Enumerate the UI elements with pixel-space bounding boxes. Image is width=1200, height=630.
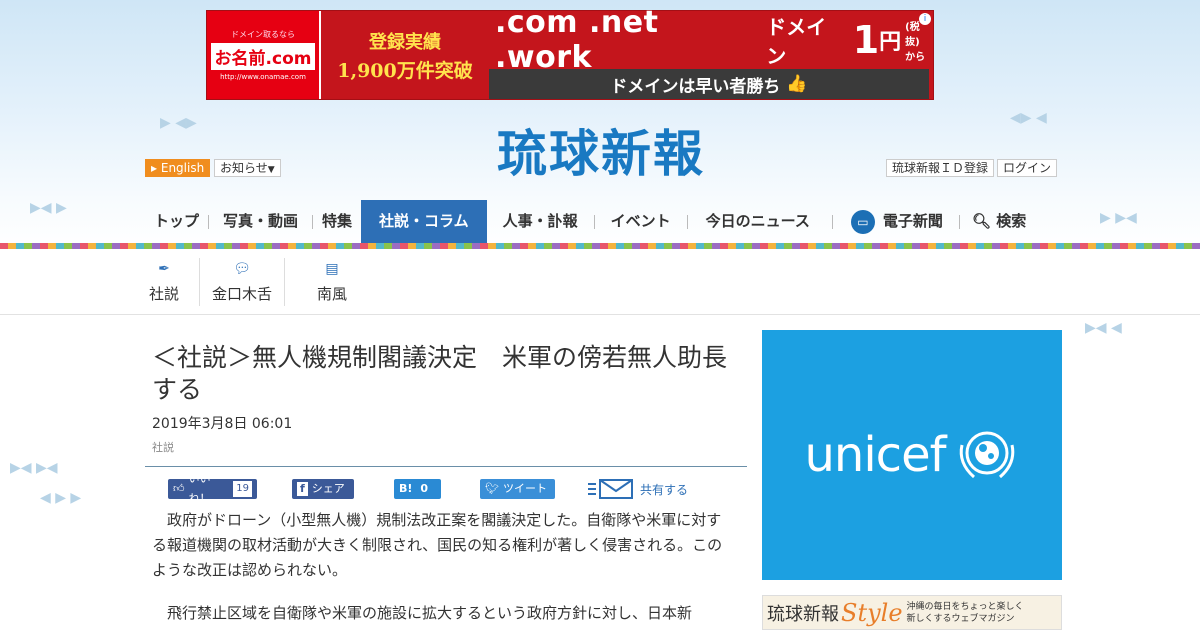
comment-icon: ▤	[325, 260, 339, 277]
subnav-bottom-border	[0, 314, 1200, 315]
ad-price: 1	[852, 18, 880, 62]
ad-slogan: ドメインは早い者勝ち	[610, 76, 781, 97]
share-label: シェア	[311, 482, 345, 495]
article-body: 政府がドローン（小型無人機）規制法改正案を閣議決定した。自衛隊や米軍に対する報道…	[152, 508, 732, 630]
notice-dropdown[interactable]: お知らせ▼	[214, 159, 281, 177]
like-label: いいね！	[188, 472, 211, 505]
ad-info-icon[interactable]: i	[919, 13, 931, 25]
nav-photo-video[interactable]: 写真・動画	[209, 200, 312, 243]
hatena-bookmark-button[interactable]: B! 0	[394, 479, 441, 499]
fish-decoration: ▶◀ ▶	[30, 200, 67, 216]
subnav-editorial[interactable]: ✒ 社説	[145, 254, 183, 310]
nav-editorial-column[interactable]: 社説・コラム	[361, 200, 487, 243]
unicef-emblem-icon	[959, 431, 1014, 479]
caret-down-icon: ▼	[267, 165, 275, 175]
unicef-ad[interactable]: unicef	[762, 330, 1062, 580]
ad-record-block: 登録実績 1,900万件突破	[321, 11, 489, 99]
pen-icon: ✒	[158, 260, 170, 277]
search-icon: 🔍︎	[971, 212, 991, 230]
play-triangle-icon: ▸	[151, 161, 158, 175]
fish-decoration: ▶◀ ▶◀	[10, 460, 58, 476]
notice-label: お知らせ	[220, 161, 268, 175]
subnav-nanpu-label: 南風	[316, 284, 347, 303]
ad-brand-url: http://www.onamae.com	[220, 73, 306, 81]
subnav-editorial-label: 社説	[148, 284, 179, 303]
ad-offer-block: .com .net .work ドメイン 1 円 (税抜) から ドメインは早い…	[489, 5, 933, 99]
nav-personnel-obituary[interactable]: 人事・訃報	[487, 200, 594, 243]
fish-decoration: ◀ ▶ ▶	[40, 490, 82, 506]
share-mail-button[interactable]: 共有する	[588, 478, 688, 500]
article-category[interactable]: 社説	[152, 439, 174, 455]
english-label: English	[160, 161, 205, 175]
nav-e-newspaper[interactable]: ▭ 電子新聞	[833, 200, 959, 243]
site-logo[interactable]: 琉球新報	[451, 122, 751, 186]
english-button[interactable]: ▸ English	[145, 159, 211, 177]
nav-search[interactable]: 🔍︎ 検索	[960, 200, 1038, 243]
nav-top[interactable]: トップ	[145, 200, 208, 243]
ad-tlds: .com .net .work	[495, 5, 659, 75]
style-ad-word: Style	[841, 598, 903, 627]
facebook-share-button[interactable]: f シェア	[292, 479, 354, 499]
subnav-nanpu[interactable]: ▤ 南風	[285, 254, 379, 310]
ad-brand-block: ドメイン取るなら お名前.com http://www.onamae.com	[207, 11, 321, 99]
article-paragraph: 飛行禁止区域を自衛隊や米軍の施設に拡大するという政府方針に対し、日本新	[167, 604, 693, 622]
ad-record-count: 1,900万件突破	[337, 59, 473, 82]
register-id-button[interactable]: 琉球新報ＩＤ登録	[886, 159, 995, 177]
fish-decoration: ▶ ▶◀	[1100, 210, 1137, 226]
like-count: 19	[233, 481, 252, 497]
twitter-bird-icon: 🐦︎	[485, 482, 499, 495]
ad-brand-name: お名前.com	[210, 43, 316, 70]
monitor-icon: ▭	[850, 209, 875, 234]
article-title: ＜社説＞無人機規制閣議決定 米軍の傍若無人助長する	[152, 343, 728, 404]
search-label: 検索	[996, 212, 1027, 230]
style-ad-desc-line: 新しくするウェブマガジン	[906, 613, 1015, 624]
ad-tax-block: (税抜) から	[905, 18, 933, 63]
kyoyu-label: 共有する	[640, 482, 689, 497]
ad-banner[interactable]: ドメイン取るなら お名前.com http://www.onamae.com 登…	[206, 5, 934, 100]
thumbs-up-icon: 👍︎	[173, 482, 185, 495]
fish-decoration: ◀▶ ◀	[1010, 110, 1047, 126]
ad-record-label: 登録実績	[369, 31, 441, 53]
style-ad-name: 琉球新報	[767, 603, 839, 625]
fish-decoration: ▶ ◀▶	[160, 115, 197, 131]
envelope-icon	[588, 479, 633, 499]
unicef-wordmark: unicef	[804, 427, 947, 483]
style-ad-desc-line: 沖縄の毎日をちょっと楽しく	[906, 601, 1024, 612]
style-ad-desc: 沖縄の毎日をちょっと楽しく 新しくするウェブマガジン	[907, 601, 1024, 625]
facebook-like-button[interactable]: 👍︎ いいね！ 19	[168, 472, 257, 505]
main-nav: トップ 写真・動画 特集 社説・コラム 人事・訃報 イベント 今日のニュース ▭…	[145, 200, 1038, 243]
nav-feature[interactable]: 特集	[313, 200, 361, 243]
thumbs-up-icon: 👍	[786, 74, 808, 94]
ryukyu-style-ad[interactable]: 琉球新報 Style 沖縄の毎日をちょっと楽しく 新しくするウェブマガジン	[762, 595, 1062, 630]
tweet-label: ツイート	[502, 482, 547, 495]
e-newspaper-label: 電子新聞	[882, 212, 943, 230]
subnav-kinkuchi-label: 金口木舌	[211, 284, 272, 303]
ad-kara: から	[905, 51, 926, 63]
sub-nav: ✒ 社説 💬︎ 金口木舌 ▤ 南風	[145, 254, 379, 310]
ad-small-text: ドメイン取るなら	[231, 30, 295, 39]
hatena-count: 0	[420, 482, 429, 495]
speech-bubble-icon: 💬︎	[233, 260, 251, 277]
fish-decoration: ▶◀ ◀	[1085, 320, 1122, 336]
subnav-kinkuchi-bokuzetsu[interactable]: 💬︎ 金口木舌	[200, 254, 284, 310]
tweet-button[interactable]: 🐦︎ ツイート	[480, 479, 555, 499]
article-date: 2019年3月8日 06:01	[152, 416, 293, 432]
nav-event[interactable]: イベント	[595, 200, 687, 243]
facebook-icon: f	[297, 482, 308, 496]
article-divider	[145, 466, 747, 467]
ad-yen: 円	[879, 30, 902, 55]
nav-todays-news[interactable]: 今日のニュース	[688, 200, 832, 243]
ad-domain-word: ドメイン	[766, 15, 827, 68]
login-button[interactable]: ログイン	[997, 159, 1058, 177]
decorative-pattern-strip	[0, 243, 1200, 249]
hatena-icon: B!	[399, 482, 413, 495]
article-paragraph: 政府がドローン（小型無人機）規制法改正案を閣議決定した。自衛隊や米軍に対する報道…	[152, 511, 723, 579]
